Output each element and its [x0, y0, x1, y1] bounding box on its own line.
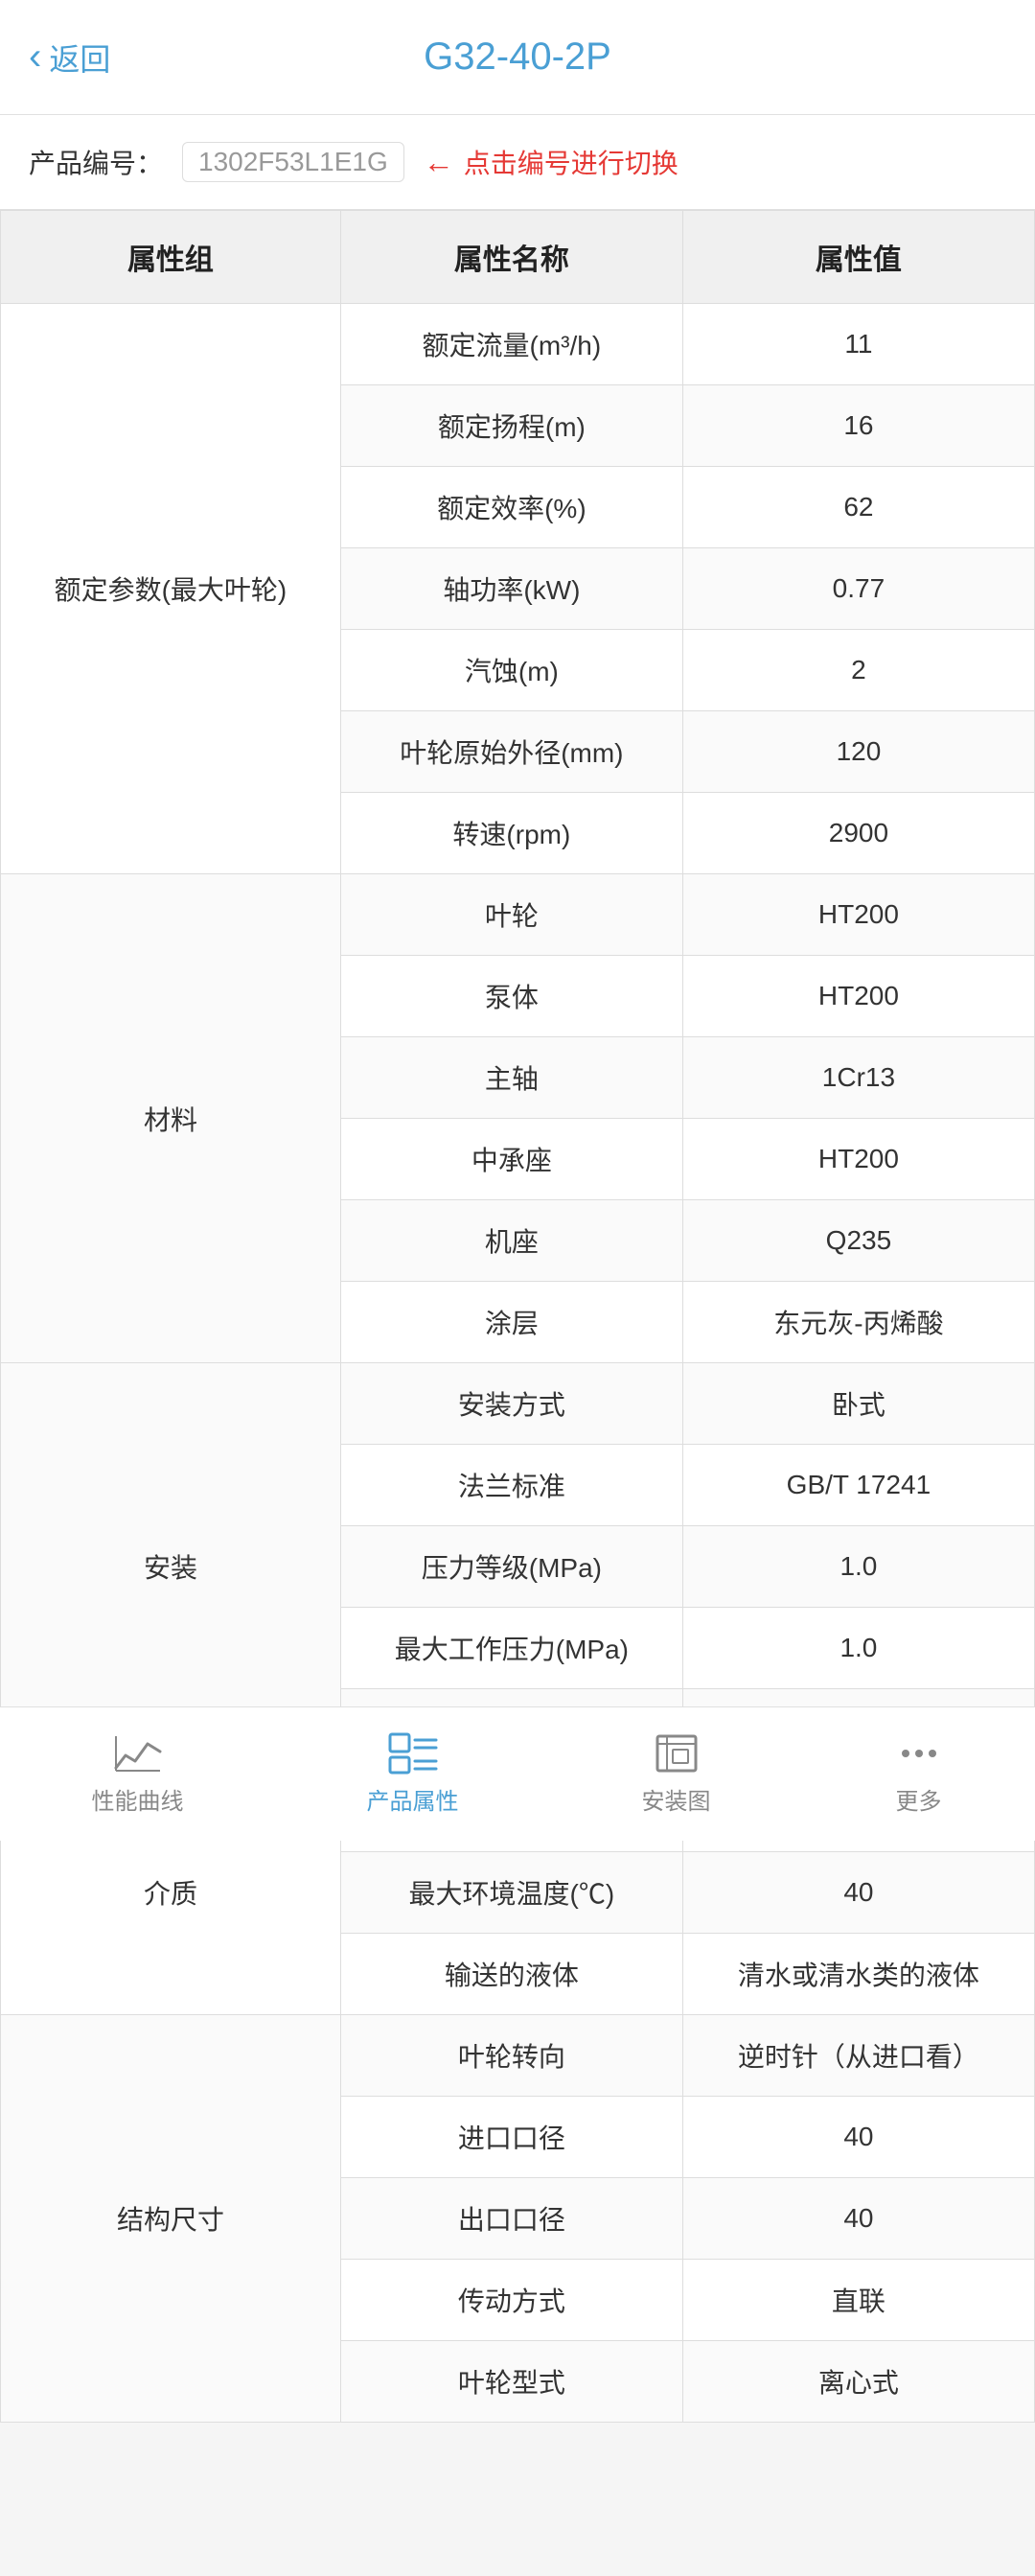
page-title: G32-40-2P	[424, 35, 611, 79]
attr-value-cell: GB/T 17241	[682, 1445, 1034, 1526]
attr-name-cell: 进口口径	[340, 2097, 682, 2178]
col-group: 属性组	[1, 211, 341, 304]
table-row: 材料叶轮HT200	[1, 874, 1035, 956]
switch-hint[interactable]: ← 点击编号进行切换	[424, 143, 678, 181]
attr-value-cell: 卧式	[682, 1363, 1034, 1445]
attr-value-cell: 清水或清水类的液体	[682, 1934, 1034, 2015]
header: ‹ 返回 G32-40-2P	[0, 0, 1035, 115]
nav-item-more[interactable]: 更多	[894, 1732, 944, 1816]
nav-item-performance[interactable]: 性能曲线	[92, 1732, 184, 1816]
bottom-nav: 性能曲线 产品属性 安装图	[0, 1706, 1035, 1841]
attr-value-cell: 东元灰-丙烯酸	[682, 1282, 1034, 1363]
attr-name-cell: 叶轮	[340, 874, 682, 956]
nav-label-installation: 安装图	[642, 1782, 711, 1816]
more-icon	[894, 1732, 944, 1775]
attr-value-cell: 0.77	[682, 548, 1034, 630]
attr-name-cell: 叶轮转向	[340, 2015, 682, 2097]
attr-name-cell: 安装方式	[340, 1363, 682, 1445]
nav-label-attributes: 产品属性	[367, 1782, 459, 1816]
attr-name-cell: 出口口径	[340, 2178, 682, 2260]
product-code[interactable]: 1302F53L1E1G	[182, 142, 404, 182]
attr-name-cell: 输送的液体	[340, 1934, 682, 2015]
attr-value-cell: Q235	[682, 1200, 1034, 1282]
attr-name-cell: 法兰标准	[340, 1445, 682, 1526]
back-button[interactable]: ‹ 返回	[29, 35, 110, 80]
col-value: 属性值	[682, 211, 1034, 304]
attr-name-cell: 机座	[340, 1200, 682, 1282]
group-cell: 材料	[1, 874, 341, 1363]
attr-name-cell: 额定扬程(m)	[340, 385, 682, 467]
attr-value-cell: 40	[682, 2178, 1034, 2260]
attr-value-cell: 2900	[682, 793, 1034, 874]
table-row: 结构尺寸叶轮转向逆时针（从进口看）	[1, 2015, 1035, 2097]
attributes-table: 属性组 属性名称 属性值 额定参数(最大叶轮)额定流量(m³/h)11额定扬程(…	[0, 210, 1035, 2423]
attr-name-cell: 最大工作压力(MPa)	[340, 1608, 682, 1689]
nav-item-installation[interactable]: 安装图	[642, 1732, 711, 1816]
nav-label-more: 更多	[896, 1782, 942, 1816]
attr-value-cell: 1.0	[682, 1608, 1034, 1689]
attr-name-cell: 转速(rpm)	[340, 793, 682, 874]
group-cell: 额定参数(最大叶轮)	[1, 304, 341, 874]
attr-value-cell: 2	[682, 630, 1034, 711]
attr-value-cell: HT200	[682, 1119, 1034, 1200]
attr-name-cell: 叶轮型式	[340, 2341, 682, 2423]
attr-name-cell: 泵体	[340, 956, 682, 1037]
attr-name-cell: 叶轮原始外径(mm)	[340, 711, 682, 793]
attributes-table-wrapper: 属性组 属性名称 属性值 额定参数(最大叶轮)额定流量(m³/h)11额定扬程(…	[0, 210, 1035, 2423]
nav-label-performance: 性能曲线	[92, 1782, 184, 1816]
back-label: 返回	[49, 35, 110, 80]
attr-value-cell: HT200	[682, 874, 1034, 956]
table-row: 额定参数(最大叶轮)额定流量(m³/h)11	[1, 304, 1035, 385]
attr-name-cell: 传动方式	[340, 2260, 682, 2341]
attr-name-cell: 涂层	[340, 1282, 682, 1363]
attr-value-cell: 40	[682, 1852, 1034, 1934]
attr-value-cell: 11	[682, 304, 1034, 385]
group-cell: 结构尺寸	[1, 2015, 341, 2423]
attr-value-cell: 离心式	[682, 2341, 1034, 2423]
installation-diagram-icon	[652, 1732, 702, 1775]
table-header-row: 属性组 属性名称 属性值	[1, 211, 1035, 304]
attr-name-cell: 中承座	[340, 1119, 682, 1200]
attr-value-cell: 逆时针（从进口看）	[682, 2015, 1034, 2097]
attr-name-cell: 额定流量(m³/h)	[340, 304, 682, 385]
attr-value-cell: 40	[682, 2097, 1034, 2178]
attr-value-cell: 1.0	[682, 1526, 1034, 1608]
attr-name-cell: 压力等级(MPa)	[340, 1526, 682, 1608]
attr-value-cell: 直联	[682, 2260, 1034, 2341]
performance-curve-icon	[113, 1732, 163, 1775]
nav-item-attributes[interactable]: 产品属性	[367, 1732, 459, 1816]
attr-name-cell: 额定效率(%)	[340, 467, 682, 548]
col-name: 属性名称	[340, 211, 682, 304]
attr-name-cell: 最大环境温度(℃)	[340, 1852, 682, 1934]
switch-hint-text: 点击编号进行切换	[464, 143, 678, 181]
switch-arrow-icon: ←	[424, 145, 454, 180]
attr-value-cell: 1Cr13	[682, 1037, 1034, 1119]
attr-value-cell: 120	[682, 711, 1034, 793]
product-number-label: 产品编号：	[29, 143, 163, 181]
product-attributes-icon	[388, 1732, 438, 1775]
back-arrow-icon: ‹	[29, 35, 41, 79]
product-bar: 产品编号： 1302F53L1E1G ← 点击编号进行切换	[0, 115, 1035, 210]
attr-name-cell: 汽蚀(m)	[340, 630, 682, 711]
table-row: 安装安装方式卧式	[1, 1363, 1035, 1445]
attr-name-cell: 轴功率(kW)	[340, 548, 682, 630]
attr-value-cell: 16	[682, 385, 1034, 467]
attr-value-cell: 62	[682, 467, 1034, 548]
attr-name-cell: 主轴	[340, 1037, 682, 1119]
attr-value-cell: HT200	[682, 956, 1034, 1037]
